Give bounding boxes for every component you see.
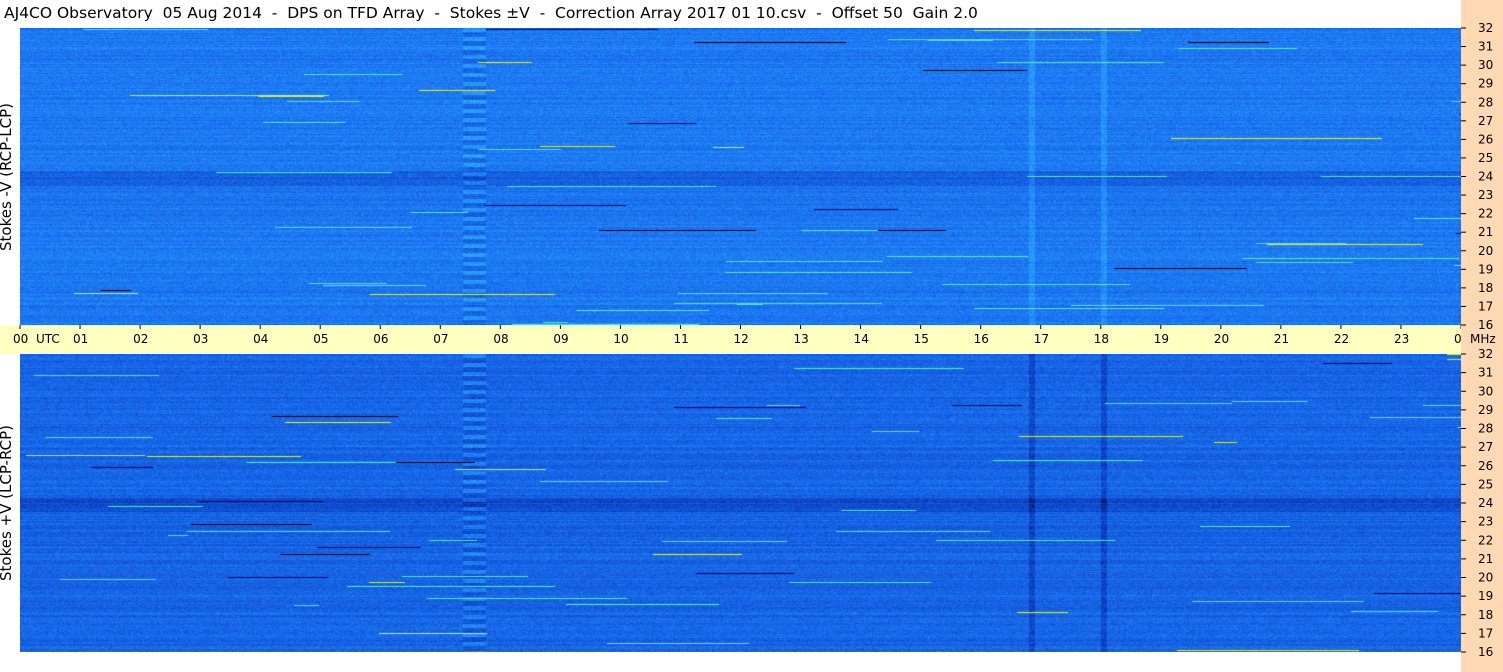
freq-tick-label: 18 [1478, 608, 1493, 622]
freq-tick-label: 16 [1478, 318, 1493, 332]
time-tick-label: 22 [1334, 332, 1349, 346]
time-tick-label: 07 [433, 332, 448, 346]
time-tick-label: 12 [734, 332, 749, 346]
time-tick-label: 00 [13, 332, 28, 346]
time-tick-label: 17 [1034, 332, 1049, 346]
freq-tick-label: 27 [1478, 114, 1493, 128]
time-tick-label: 11 [673, 332, 688, 346]
freq-tick-label: 29 [1478, 403, 1493, 417]
time-tick-label: 13 [794, 332, 809, 346]
time-tick-label: 14 [854, 332, 869, 346]
freq-tick-label: 25 [1478, 151, 1493, 165]
freq-tick-label: 23 [1478, 515, 1493, 529]
spectrogram-top-canvas [20, 28, 1461, 325]
bottom-strip [0, 652, 1461, 672]
time-tick-label: 01 [73, 332, 88, 346]
freq-tick-label: 17 [1478, 299, 1493, 313]
freq-tick-label: 28 [1478, 422, 1493, 436]
time-tick-label: 09 [553, 332, 568, 346]
freq-tick-label: 23 [1478, 188, 1493, 202]
time-tick-label: 21 [1274, 332, 1289, 346]
time-tick-label: 20 [1214, 332, 1229, 346]
time-tick-label: 02 [133, 332, 148, 346]
time-tick-label: 05 [313, 332, 328, 346]
freq-tick-label: 19 [1478, 589, 1493, 603]
freq-tick-label: 22 [1478, 207, 1493, 221]
frequency-axis: MHz 16 17 18 19 20 21 22 23 24 25 26 27 28 29 30 31 32 16 1… [1461, 0, 1503, 672]
freq-tick-label: 26 [1478, 459, 1493, 473]
freq-unit-label: MHz [1470, 332, 1496, 346]
freq-tick-label: 21 [1478, 552, 1493, 566]
freq-tick-label: 27 [1478, 440, 1493, 454]
time-tick-label: 04 [253, 332, 268, 346]
ylabel-bottom-text: Stokes +V (LCP-RCP) [0, 425, 15, 581]
freq-tick-label: 17 [1478, 626, 1493, 640]
time-tick-label: 08 [493, 332, 508, 346]
freq-tick-label: 29 [1478, 77, 1493, 91]
spectrogram-bottom-canvas [20, 354, 1461, 652]
time-tick-label: 23 [1394, 332, 1409, 346]
frequency-axis-svg: MHz1617181920212223242526272829303132161… [1461, 21, 1496, 659]
freq-tick-label: 25 [1478, 477, 1493, 491]
freq-tick-label: 20 [1478, 244, 1493, 258]
spectrogram-bottom[interactable] [20, 354, 1461, 652]
time-unit-label: UTC [36, 332, 60, 346]
time-tick-label: 06 [373, 332, 388, 346]
time-tick-label: 10 [613, 332, 628, 346]
freq-tick-label: 16 [1478, 645, 1493, 659]
freq-tick-label: 32 [1478, 347, 1493, 361]
freq-tick-label: 28 [1478, 95, 1493, 109]
time-tick-label: 03 [193, 332, 208, 346]
time-axis: 00 01 02 03 04 05 06 07 08 09 10 11 12 13 14 15 16 17 18 19… [0, 325, 1461, 354]
time-axis-svg: 00 01 02 03 04 05 06 07 08 09 10 11 12 13 14 15 16 17 18 19… [13, 325, 1461, 346]
ylabel-top-text: Stokes -V (RCP-LCP) [0, 102, 15, 251]
freq-tick-label: 30 [1478, 58, 1493, 72]
freq-tick-label: 30 [1478, 384, 1493, 398]
time-tick-label: 19 [1154, 332, 1169, 346]
freq-tick-label: 19 [1478, 262, 1493, 276]
time-tick-label: 15 [914, 332, 929, 346]
freq-tick-label: 31 [1478, 366, 1493, 380]
freq-tick-label: 32 [1478, 21, 1493, 35]
freq-tick-label: 18 [1478, 281, 1493, 295]
time-tick-label: 18 [1094, 332, 1109, 346]
time-tick-label: 00 [1454, 332, 1461, 346]
ylabel-top: Stokes -V (RCP-LCP) [0, 28, 16, 325]
freq-tick-label: 20 [1478, 571, 1493, 585]
freq-tick-label: 31 [1478, 40, 1493, 54]
chart-title: AJ4CO Observatory 05 Aug 2014 - DPS on T… [0, 0, 1461, 28]
freq-tick-label: 22 [1478, 533, 1493, 547]
freq-tick-label: 26 [1478, 132, 1493, 146]
freq-tick-label: 24 [1478, 496, 1493, 510]
spectrogram-top[interactable] [20, 28, 1461, 325]
ylabel-bottom: Stokes +V (LCP-RCP) [0, 354, 16, 652]
freq-tick-label: 24 [1478, 170, 1493, 184]
freq-tick-label: 21 [1478, 225, 1493, 239]
time-tick-label: 16 [974, 332, 989, 346]
